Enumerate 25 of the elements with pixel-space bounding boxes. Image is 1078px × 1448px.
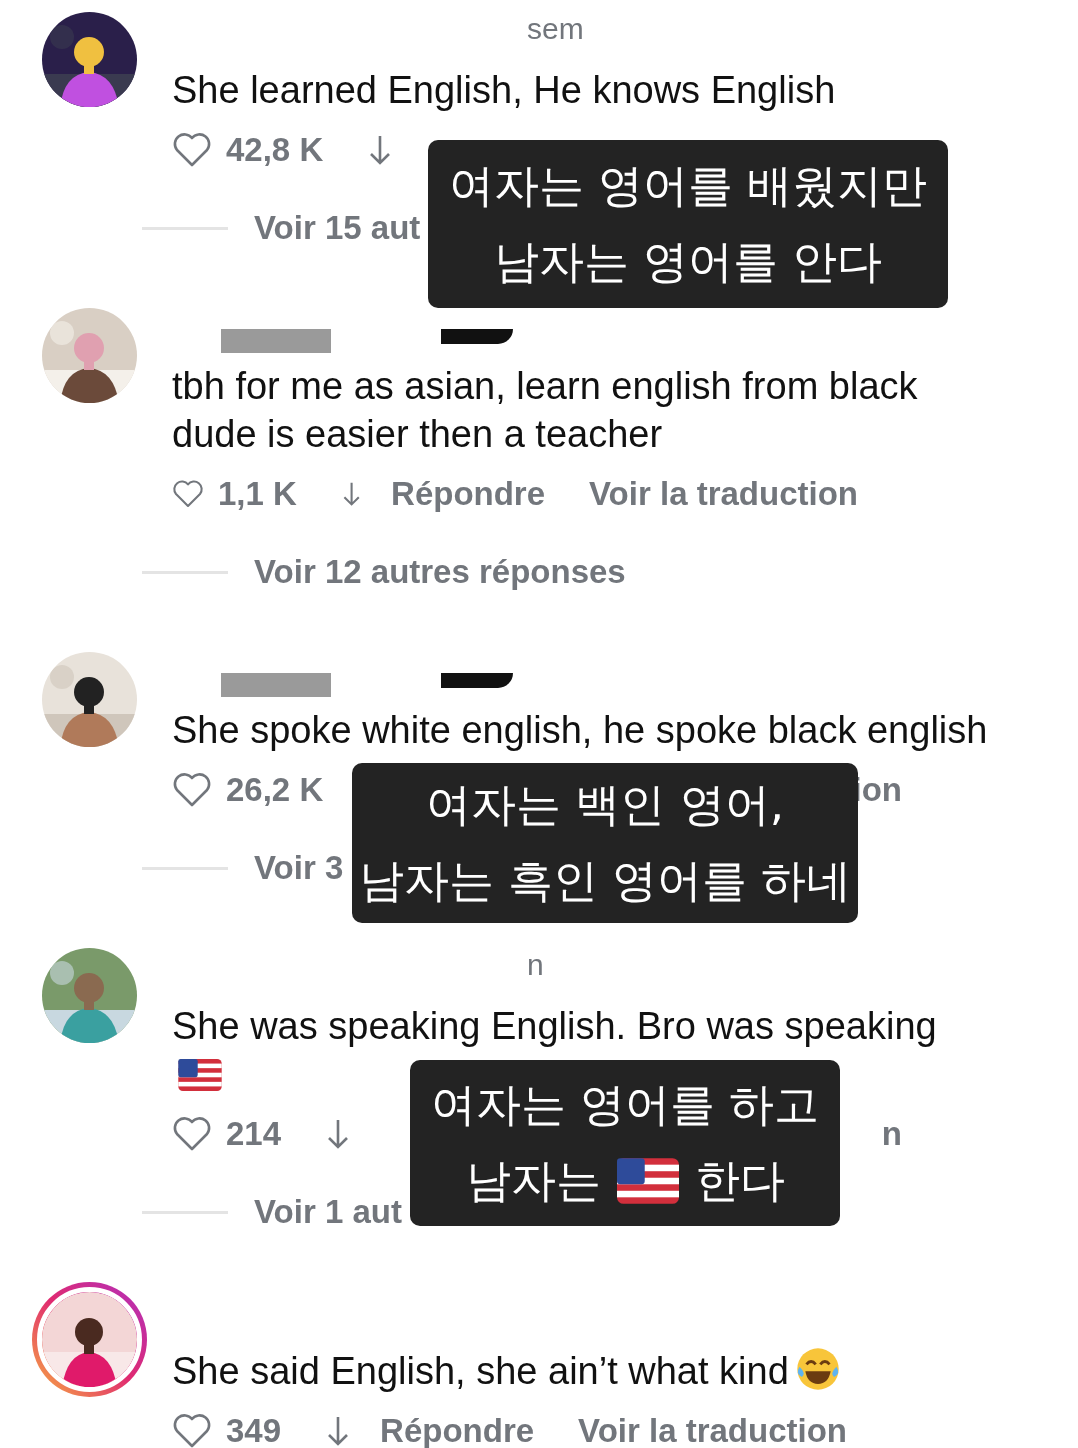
caption-text: 남자는 영어를 안다 [493,234,883,290]
like-count: 42,8 K [226,131,324,169]
like-count: 214 [226,1115,282,1153]
username[interactable]: sem [527,12,584,46]
translation-link[interactable]: n [881,1115,902,1153]
caption-text: 한다 [694,1153,785,1209]
like-count: 26,2 K [226,771,324,809]
view-replies-link[interactable]: Voir 1 aut [254,1193,402,1231]
comment-text: She spoke white english, he spoke black english [172,708,989,753]
view-replies-link[interactable]: Voir 3 [254,849,344,887]
view-replies-link[interactable]: Voir 12 autres réponses [254,553,626,591]
translation-link[interactable]: Voir la traduction [578,1412,847,1448]
comment-text: tbh for me as asian, learn english from black dude is easier then a teacher [172,364,919,457]
caption-text: 여자는 백인 영어, [426,777,784,833]
caption-text: 여자는 영어를 배웠지만 [448,158,928,214]
comment-text: She learned English, He knows English [172,68,837,113]
like-count: 1,1 K [218,475,297,513]
reply-link[interactable]: Répondre [391,475,546,513]
translation-link[interactable]: Voir la traduction [589,475,858,513]
caption-text: 남자는 흑인 영어를 하네 [358,853,852,909]
comment-text: She said English, she ain’t what kind [172,1346,972,1395]
caption-text: 남자는 [465,1153,601,1209]
like-count: 349 [226,1412,282,1448]
view-replies-link[interactable]: Voir 15 aut [254,209,421,247]
username[interactable]: n [527,948,544,982]
